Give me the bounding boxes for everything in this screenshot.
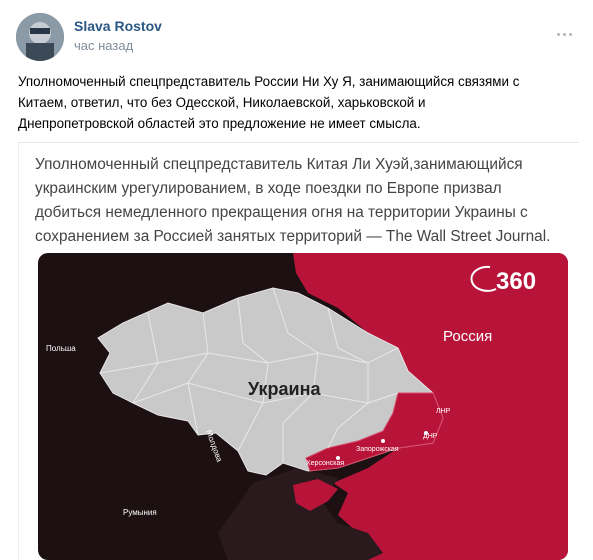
quote-line: Уполномоченный спецпредставитель Китая Л… <box>35 156 523 173</box>
logo-text: 360 <box>496 268 536 295</box>
avatar-image <box>16 13 64 61</box>
feed-post: Slava Rostov час назад Уполномоченный сп… <box>0 0 593 560</box>
map-label-ukraine: Украина <box>248 379 321 399</box>
post-text: Уполномоченный спецпредставитель России … <box>18 71 578 134</box>
post-text-line: Днепропетровской областей это предложени… <box>18 116 421 131</box>
map-label-dnr: ДНР <box>423 433 438 440</box>
quote-line: украинским урегулированием, в ходе поезд… <box>35 180 502 197</box>
map-label-romania: Румыния <box>123 508 157 517</box>
post-text-line: Уполномоченный спецпредставитель России … <box>18 74 520 89</box>
post-text-line: Китаем, ответил, что без Одесской, Никол… <box>18 95 426 110</box>
map-label-zaporozhye: Запорожская <box>356 446 399 453</box>
map-label-russia: Россия <box>443 328 492 345</box>
attached-image[interactable]: Уполномоченный спецпредставитель Китая Л… <box>18 142 579 560</box>
post-time[interactable]: час назад <box>74 38 133 53</box>
author-name[interactable]: Slava Rostov <box>74 18 162 34</box>
map-label-lnr: ЛНР <box>436 408 451 415</box>
quote-line: сохранением за Россией занятых территори… <box>35 228 551 245</box>
more-dots-icon[interactable] <box>552 24 576 44</box>
city-dot <box>381 439 385 443</box>
avatar[interactable] <box>16 13 64 61</box>
map-svg: 360 Украина Россия Польша Молдова Румыни… <box>38 253 568 560</box>
map-image: 360 Украина Россия Польша Молдова Румыни… <box>38 253 568 560</box>
map-label-poland: Польша <box>46 344 76 353</box>
quote-text: Уполномоченный спецпредставитель Китая Л… <box>35 153 575 249</box>
map-label-kherson: Херсонская <box>306 460 344 467</box>
quote-line: добиться немедленного прекращения огня н… <box>35 204 528 221</box>
